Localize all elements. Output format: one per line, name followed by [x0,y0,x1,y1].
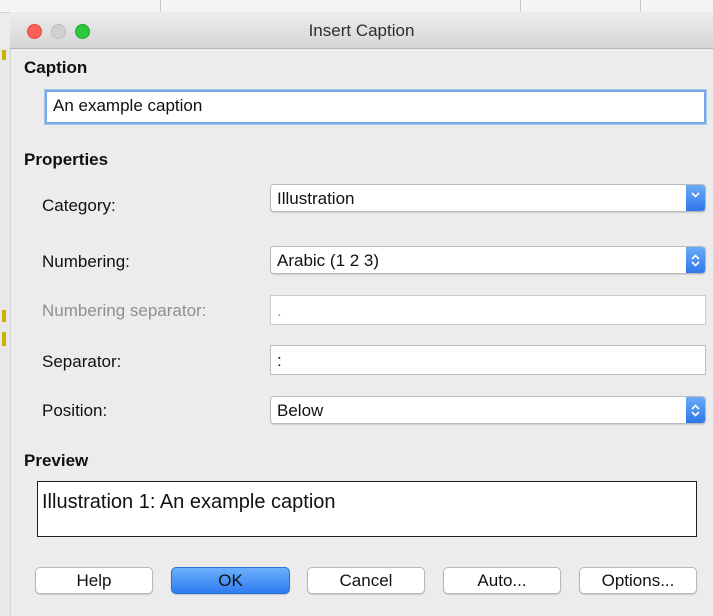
preview-heading: Preview [24,451,89,470]
properties-heading: Properties [24,150,109,169]
help-button[interactable]: Help [35,567,153,594]
numbering-select[interactable]: Arabic (1 2 3) [270,246,706,274]
separator-input[interactable]: : [270,345,706,375]
window-title: Insert Caption [308,21,415,40]
ok-button[interactable]: OK [171,567,290,594]
category-combobox[interactable]: Illustration [270,184,706,212]
numbering-separator-input: . [270,295,706,325]
numbering-label: Numbering: [42,252,130,271]
category-value: Illustration [277,189,355,208]
separator-label: Separator: [42,352,122,371]
numbering-separator-label: Numbering separator: [42,301,207,320]
auto-button[interactable]: Auto... [443,567,561,594]
position-label: Position: [42,401,108,420]
preview-box: Illustration 1: An example caption [37,481,697,537]
insert-caption-dialog: Insert Caption Caption An example captio… [0,0,713,616]
preview-text: Illustration 1: An example caption [42,491,336,513]
background-document-edge [0,48,11,616]
options-button[interactable]: Options... [579,567,697,594]
position-value: Below [277,401,324,420]
chevron-down-icon[interactable] [686,185,705,211]
caption-input[interactable]: An example caption [45,90,706,124]
cancel-button[interactable]: Cancel [307,567,425,594]
updown-chevron-icon[interactable] [686,397,705,423]
title-bar[interactable]: Insert Caption [10,12,713,49]
category-label: Category: [42,196,116,215]
numbering-value: Arabic (1 2 3) [277,251,380,270]
caption-heading: Caption [24,58,88,77]
position-select[interactable]: Below [270,396,706,424]
updown-chevron-icon[interactable] [686,247,705,273]
